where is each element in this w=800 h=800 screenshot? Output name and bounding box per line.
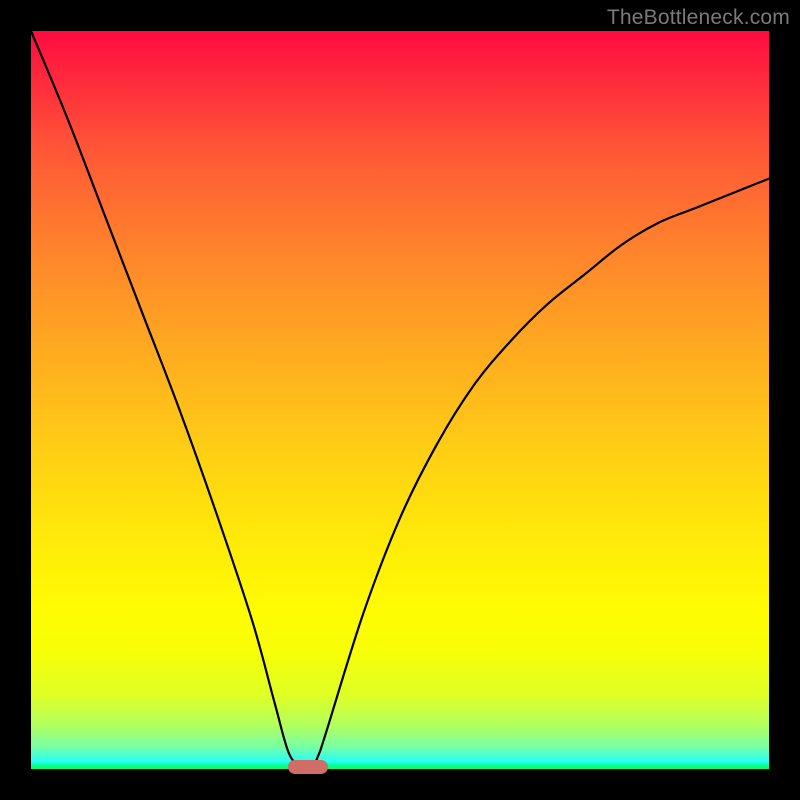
chart-container: TheBottleneck.com [0,0,800,800]
frame-left [0,0,31,800]
optimal-marker [288,760,328,774]
bottleneck-curve [31,31,769,769]
frame-right [769,0,800,800]
curve-svg [31,31,769,769]
watermark-text: TheBottleneck.com [607,6,790,30]
plot-area [31,31,769,769]
frame-bottom [0,769,800,800]
